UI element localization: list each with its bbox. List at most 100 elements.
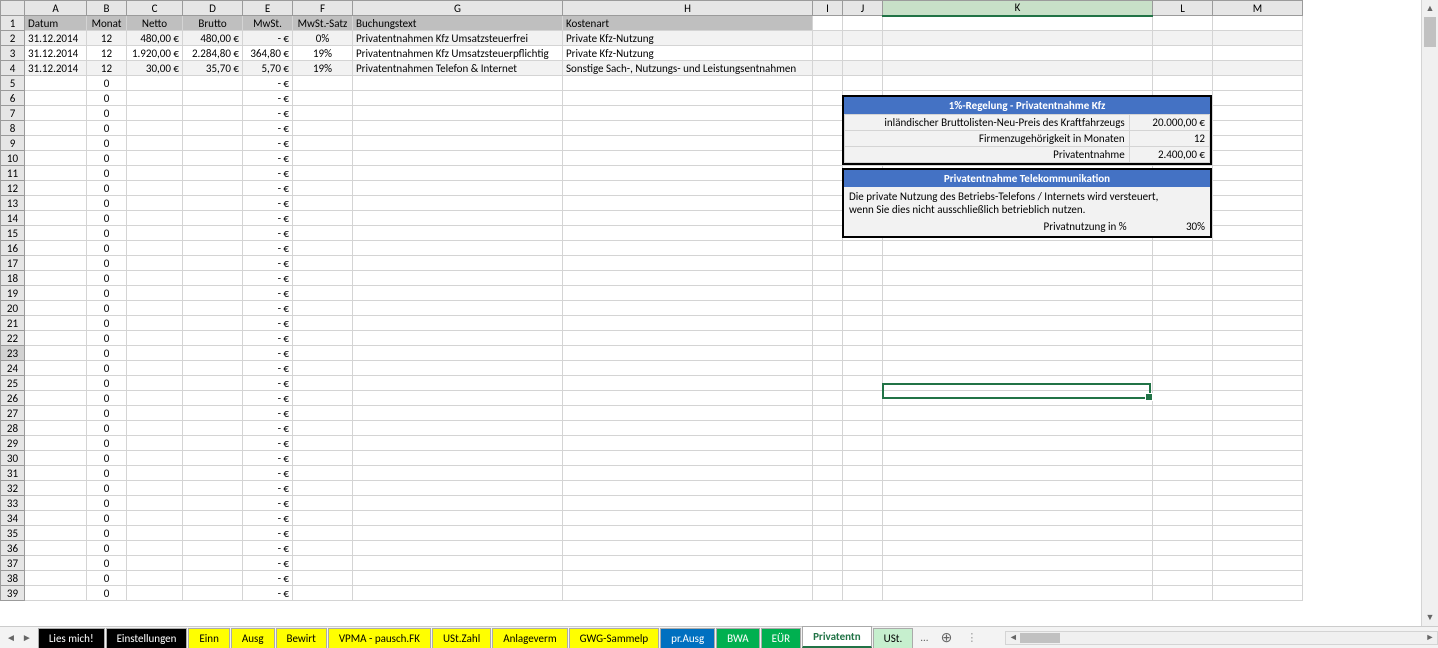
cell-B13[interactable]: 0 [87, 196, 127, 211]
cell-A24[interactable] [25, 361, 87, 376]
cell-J29[interactable] [843, 436, 883, 451]
cell-A19[interactable] [25, 286, 87, 301]
cell-D38[interactable] [183, 571, 243, 586]
cell-M9[interactable] [1213, 136, 1303, 151]
cell-L37[interactable] [1153, 556, 1213, 571]
cell-B34[interactable]: 0 [87, 511, 127, 526]
cell-A6[interactable] [25, 91, 87, 106]
cell-C5[interactable] [127, 76, 183, 91]
cell-L25[interactable] [1153, 376, 1213, 391]
row-header-24[interactable]: 24 [1, 361, 25, 376]
cell-A29[interactable] [25, 436, 87, 451]
cell-E9[interactable]: - € [243, 136, 293, 151]
row-header-38[interactable]: 38 [1, 571, 25, 586]
cell-A25[interactable] [25, 376, 87, 391]
cell-K28[interactable] [883, 421, 1153, 436]
cell-H5[interactable] [563, 76, 813, 91]
cell-A2[interactable]: 31.12.2014 [25, 31, 87, 46]
cell-D36[interactable] [183, 541, 243, 556]
cell-A39[interactable] [25, 586, 87, 601]
cell-A36[interactable] [25, 541, 87, 556]
cell-M6[interactable] [1213, 91, 1303, 106]
cell-C3[interactable]: 1.920,00 € [127, 46, 183, 61]
cell-E18[interactable]: - € [243, 271, 293, 286]
cell-K31[interactable] [883, 466, 1153, 481]
vertical-scrollbar[interactable]: ▲ ▼ [1421, 0, 1438, 626]
cell-H28[interactable] [563, 421, 813, 436]
cell-F23[interactable] [293, 346, 353, 361]
row-header-29[interactable]: 29 [1, 436, 25, 451]
horizontal-scrollbar[interactable]: ◄ ► [1005, 631, 1438, 645]
cell-J34[interactable] [843, 511, 883, 526]
cell-E29[interactable]: - € [243, 436, 293, 451]
cell-C8[interactable] [127, 121, 183, 136]
col-header-A[interactable]: A [25, 1, 87, 16]
cell-I27[interactable] [813, 406, 843, 421]
cell-G20[interactable] [353, 301, 563, 316]
cell-E3[interactable]: 364,80 € [243, 46, 293, 61]
cell-A38[interactable] [25, 571, 87, 586]
sheet-tab-4[interactable]: Bewirt [276, 628, 327, 648]
cell-A22[interactable] [25, 331, 87, 346]
cell-A26[interactable] [25, 391, 87, 406]
sheet-tab-1[interactable]: Einstellungen [106, 628, 188, 648]
cell-D11[interactable] [183, 166, 243, 181]
row-header-31[interactable]: 31 [1, 466, 25, 481]
cell-F26[interactable] [293, 391, 353, 406]
cell-L26[interactable] [1153, 391, 1213, 406]
cell-M11[interactable] [1213, 166, 1303, 181]
cell-E25[interactable]: - € [243, 376, 293, 391]
cell-L19[interactable] [1153, 286, 1213, 301]
cell-K33[interactable] [883, 496, 1153, 511]
cell-L24[interactable] [1153, 361, 1213, 376]
cell-J4[interactable] [843, 61, 883, 76]
cell-L3[interactable] [1153, 46, 1213, 61]
cell-I10[interactable] [813, 151, 843, 166]
cell-M2[interactable] [1213, 31, 1303, 46]
cell-C9[interactable] [127, 136, 183, 151]
cell-H32[interactable] [563, 481, 813, 496]
cell-H9[interactable] [563, 136, 813, 151]
cell-I25[interactable] [813, 376, 843, 391]
cell-E39[interactable]: - € [243, 586, 293, 601]
cell-J28[interactable] [843, 421, 883, 436]
cell-M19[interactable] [1213, 286, 1303, 301]
cell-C24[interactable] [127, 361, 183, 376]
cell-I23[interactable] [813, 346, 843, 361]
cell-G17[interactable] [353, 256, 563, 271]
cell-C12[interactable] [127, 181, 183, 196]
spreadsheet-grid[interactable]: ABCDEFGHIJKLM1DatumMonatNettoBruttoMwSt.… [0, 0, 1303, 601]
row-header-36[interactable]: 36 [1, 541, 25, 556]
cell-M39[interactable] [1213, 586, 1303, 601]
row-header-15[interactable]: 15 [1, 226, 25, 241]
cell-B5[interactable]: 0 [87, 76, 127, 91]
cell-B36[interactable]: 0 [87, 541, 127, 556]
cell-H11[interactable] [563, 166, 813, 181]
cell-H3[interactable]: Private Kfz-Nutzung [563, 46, 813, 61]
cell-B23[interactable]: 0 [87, 346, 127, 361]
cell-G21[interactable] [353, 316, 563, 331]
cell-L32[interactable] [1153, 481, 1213, 496]
cell-J37[interactable] [843, 556, 883, 571]
cell-H14[interactable] [563, 211, 813, 226]
cell-G34[interactable] [353, 511, 563, 526]
cell-I19[interactable] [813, 286, 843, 301]
cell-H34[interactable] [563, 511, 813, 526]
cell-E32[interactable]: - € [243, 481, 293, 496]
cell-B14[interactable]: 0 [87, 211, 127, 226]
cell-E4[interactable]: 5,70 € [243, 61, 293, 76]
cell-H8[interactable] [563, 121, 813, 136]
cell-M10[interactable] [1213, 151, 1303, 166]
cell-B35[interactable]: 0 [87, 526, 127, 541]
cell-F37[interactable] [293, 556, 353, 571]
cell-D7[interactable] [183, 106, 243, 121]
add-sheet-icon[interactable]: ⊕ [935, 629, 959, 646]
row-header-16[interactable]: 16 [1, 241, 25, 256]
cell-H18[interactable] [563, 271, 813, 286]
cell-F32[interactable] [293, 481, 353, 496]
row-header-6[interactable]: 6 [1, 91, 25, 106]
cell-E13[interactable]: - € [243, 196, 293, 211]
tab-nav-prev-icon[interactable]: ◄ [6, 631, 16, 644]
cell-K27[interactable] [883, 406, 1153, 421]
cell-I37[interactable] [813, 556, 843, 571]
